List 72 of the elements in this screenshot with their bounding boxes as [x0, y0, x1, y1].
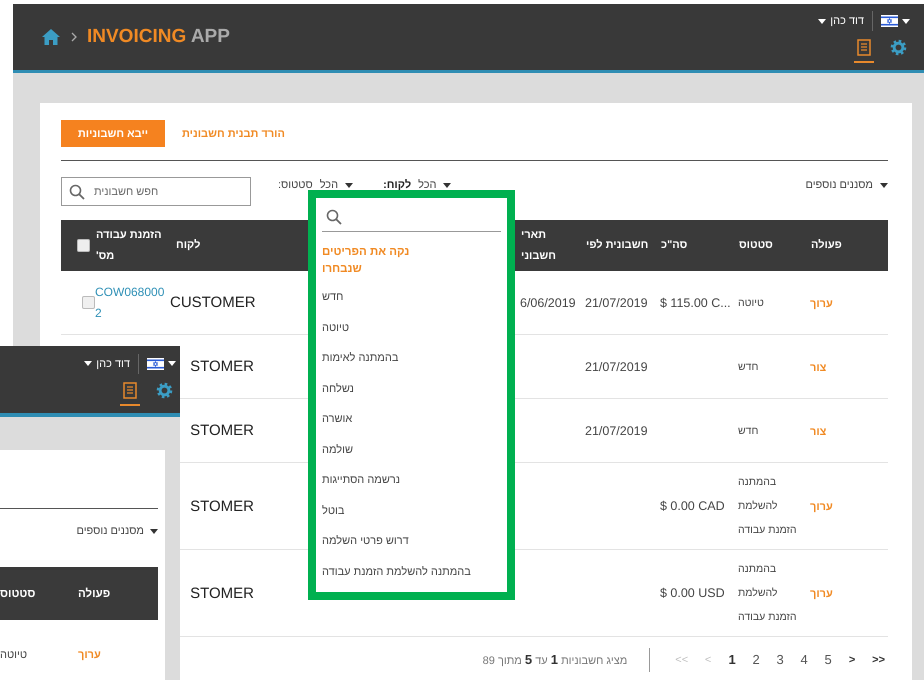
table-cell-text: טיוטה — [0, 649, 28, 661]
caret-icon — [84, 361, 92, 366]
flag-icon — [881, 15, 898, 27]
dropdown-option[interactable]: חדש — [322, 282, 501, 312]
app-title: INVOICING APP — [87, 26, 230, 48]
nav-button[interactable] — [120, 382, 140, 406]
table-cell: CUSTOMER — [170, 294, 256, 311]
page-button[interactable]: 1 — [725, 652, 740, 667]
table-cell: STOMER — [190, 498, 254, 514]
page-button[interactable]: 3 — [773, 652, 788, 667]
column-header: הזמנת עבודה מס' — [96, 228, 163, 264]
page-button[interactable]: 2 — [749, 652, 764, 667]
dropdown-option[interactable]: טיוטה — [322, 312, 501, 343]
order-link[interactable]: COW0680002 — [95, 282, 165, 324]
column-header: פעולה — [811, 238, 842, 253]
dropdown-option[interactable]: נרשמה הסתייגות — [322, 465, 501, 496]
table-cell-text: בהמתנה להשלמת הזמנת עבודה — [738, 562, 798, 625]
dropdown-option[interactable]: בהמתנה לאימות — [322, 343, 501, 374]
caret-icon — [150, 528, 158, 534]
chevron-icon — [71, 32, 77, 42]
column-header: חשבונית לפי — [586, 238, 648, 253]
table-cell: $ 0.00 USD — [660, 586, 725, 600]
dropdown-option[interactable]: אושרה — [322, 404, 501, 434]
more-filters-button[interactable]: מסננים נוספים — [76, 525, 158, 537]
dropdown-option[interactable]: דרוש פרטי השלמה — [322, 526, 501, 556]
table-cell: 21/07/2019 — [585, 424, 648, 438]
search-field[interactable]: חפש חשבונית — [61, 177, 251, 206]
table-cell: STOMER — [190, 584, 254, 602]
table-cell-text: בהמתנה להשלמת הזמנת עבודה — [738, 475, 798, 538]
language-menu[interactable] — [147, 358, 176, 370]
page-button[interactable]: 5 — [821, 652, 836, 667]
caret-icon — [168, 361, 176, 366]
search-icon — [69, 184, 85, 200]
column-header: תארי חשבוני — [521, 228, 557, 264]
table-cell-text: חדש — [738, 424, 760, 438]
column-header: סה"כ — [661, 238, 688, 253]
document-icon — [123, 382, 137, 398]
caret-icon — [818, 18, 826, 24]
caret-icon — [902, 18, 910, 24]
table-cell: STOMER — [190, 422, 254, 439]
table-cell: $ 0.00 CAD — [660, 499, 725, 513]
document-icon — [857, 39, 871, 56]
table-cell: 6/06/2019 — [520, 296, 576, 310]
flag-icon — [147, 358, 164, 370]
page-nav-button[interactable]: > — [845, 654, 860, 666]
nav-button[interactable] — [854, 39, 874, 63]
table-cell: 21/07/2019 — [585, 296, 648, 310]
column-header: סטטוס — [739, 238, 773, 253]
dropdown-option[interactable]: בוטל — [322, 496, 501, 526]
language-menu[interactable] — [881, 15, 910, 27]
page-nav-button[interactable]: >> — [869, 654, 888, 666]
table-cell: $ 115.00 C... — [660, 296, 731, 310]
table-cell-text: חדש — [738, 360, 760, 374]
user-menu[interactable]: דוד כהן — [818, 15, 864, 27]
column-header: לקוח — [176, 238, 200, 253]
column-header: פעולה — [78, 588, 112, 600]
dropdown-option[interactable]: נשלחה — [322, 374, 501, 404]
settings-icon — [890, 39, 907, 56]
caret-icon — [880, 182, 888, 188]
user-menu[interactable]: דוד כהן — [84, 358, 130, 370]
page-button[interactable]: 4 — [797, 652, 812, 667]
settings-icon — [156, 382, 173, 398]
column-header: סטטוס — [0, 588, 36, 600]
checkbox[interactable] — [82, 296, 95, 309]
table-cell: 21/07/2019 — [585, 360, 648, 374]
dropdown-option[interactable]: שולמה — [322, 434, 501, 465]
dropdown-option[interactable]: בהמתנה להשלמת הזמנת עבודה — [322, 556, 501, 587]
home-icon[interactable] — [41, 28, 61, 46]
table-cell-text: טיוטה — [738, 296, 765, 310]
more-filters-button[interactable]: מסננים נוספים — [805, 177, 888, 191]
checkbox[interactable] — [77, 239, 90, 252]
table-cell: STOMER — [190, 358, 254, 375]
